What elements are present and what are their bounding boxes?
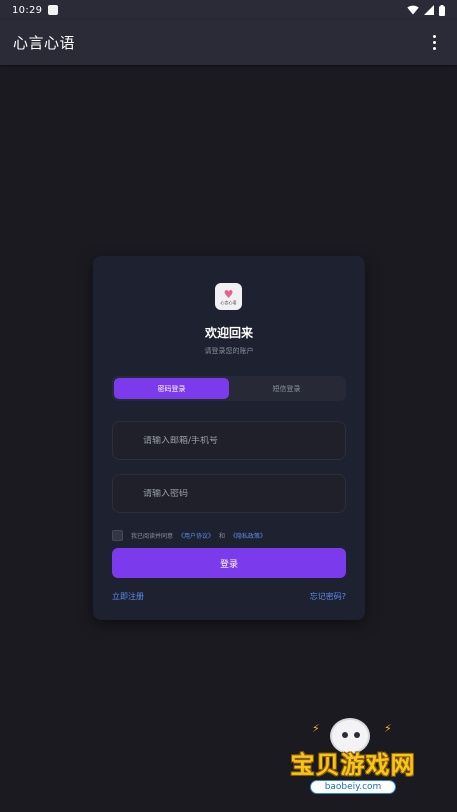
forgot-password-link[interactable]: 忘记密码?	[310, 591, 346, 602]
battery-icon	[439, 4, 445, 16]
email-phone-input[interactable]	[143, 435, 345, 446]
privacy-policy-link[interactable]: 《隐私政策》	[230, 531, 266, 540]
welcome-subtitle: 请登录您的账户	[204, 347, 254, 355]
logo-text: 心言心语	[220, 299, 237, 305]
status-bar: 10:29	[0, 0, 457, 20]
tab-sms-login[interactable]: 短信登录	[229, 378, 344, 399]
notification-icon	[48, 5, 59, 15]
wifi-icon	[407, 5, 419, 15]
login-mode-tabs: 密码登录 短信登录	[112, 376, 346, 401]
password-field[interactable]	[112, 474, 346, 513]
email-phone-field[interactable]	[112, 421, 346, 460]
app-bar: 心言心语	[0, 20, 457, 65]
status-icons	[407, 4, 445, 16]
login-button[interactable]: 登录	[112, 548, 346, 578]
agreement-checkbox[interactable]	[112, 529, 123, 541]
agreement-prefix: 我已阅读并同意	[131, 532, 174, 540]
heart-icon: ♥	[223, 287, 234, 301]
user-agreement-link[interactable]: 《用户协议》	[178, 531, 214, 540]
password-input[interactable]	[143, 488, 345, 499]
app-title: 心言心语	[13, 34, 76, 52]
watermark-text: 宝贝游戏网	[290, 751, 416, 779]
agreement-and: 和	[219, 532, 226, 540]
app-logo: ♥ 心言心语	[215, 283, 242, 310]
signal-icon	[424, 5, 434, 15]
register-link[interactable]: 立即注册	[112, 591, 144, 602]
watermark: ⚡ ⚡ 宝贝游戏网 baobeiy.com	[282, 716, 424, 806]
agreement-row: 我已阅读并同意 《用户协议》 和 《隐私政策》	[112, 529, 266, 541]
watermark-url: baobeiy.com	[310, 780, 396, 794]
status-time: 10:29	[12, 4, 43, 16]
more-vert-icon[interactable]	[424, 31, 444, 55]
welcome-title: 欢迎回来	[204, 326, 253, 340]
spark-icon: ⚡	[312, 722, 320, 735]
tab-password-login[interactable]: 密码登录	[114, 378, 229, 399]
spark-icon: ⚡	[384, 722, 392, 735]
login-card: ♥ 心言心语 欢迎回来 请登录您的账户 密码登录 短信登录 我已阅读并同意 《用…	[93, 256, 365, 620]
